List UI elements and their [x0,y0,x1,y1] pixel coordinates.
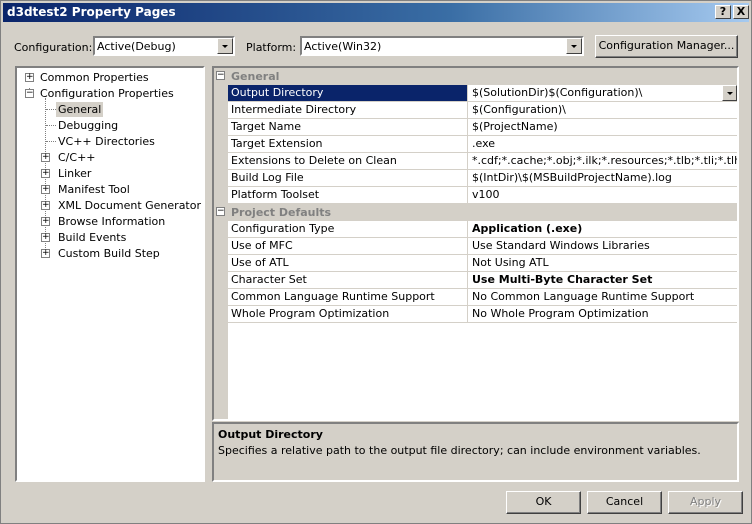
configuration-dropdown[interactable]: Active(Debug) [93,36,235,56]
tree-connector [46,125,56,126]
expand-icon[interactable]: + [41,201,50,210]
description-panel: Output Directory Specifies a relative pa… [212,422,739,482]
tree-connector [46,109,56,110]
property-row-target-extension[interactable]: Target Extension .exe [228,136,737,153]
collapse-icon[interactable]: − [216,71,225,80]
platform-dropdown[interactable]: Active(Win32) [300,36,584,56]
expand-icon[interactable]: + [41,153,50,162]
property-row-whole-program-optimization[interactable]: Whole Program Optimization No Whole Prog… [228,306,737,323]
expand-icon[interactable]: + [41,233,50,242]
chevron-down-icon[interactable] [566,38,582,54]
configuration-manager-button[interactable]: Configuration Manager... [595,35,738,58]
expand-icon[interactable]: + [41,217,50,226]
expand-icon[interactable]: + [41,185,50,194]
configuration-value: Active(Debug) [97,40,176,53]
property-row-configuration-type[interactable]: Configuration Type Application (.exe) [228,221,737,238]
property-tree[interactable]: + Common Properties − Configuration Prop… [15,66,205,482]
platform-label: Platform: [246,41,297,54]
cancel-button[interactable]: Cancel [587,491,662,514]
tree-connector [46,141,56,142]
grid-margin [214,68,228,419]
ok-button[interactable]: OK [506,491,581,514]
expand-icon[interactable]: + [41,169,50,178]
help-button[interactable]: ? [715,5,731,19]
property-row-character-set[interactable]: Character Set Use Multi-Byte Character S… [228,272,737,289]
window-title: d3dtest2 Property Pages [7,5,176,19]
property-pages-dialog: d3dtest2 Property Pages ? X Configuratio… [0,0,752,524]
property-row-clr-support[interactable]: Common Language Runtime Support No Commo… [228,289,737,306]
collapse-icon[interactable]: − [216,207,225,216]
configuration-label: Configuration: [14,41,93,54]
property-row-use-of-mfc[interactable]: Use of MFC Use Standard Windows Librarie… [228,238,737,255]
property-row-build-log-file[interactable]: Build Log File $(IntDir)\$(MSBuildProjec… [228,170,737,187]
description-title: Output Directory [218,428,323,441]
property-row-platform-toolset[interactable]: Platform Toolset v100 [228,187,737,204]
property-row-intermediate-directory[interactable]: Intermediate Directory $(Configuration)\ [228,102,737,119]
expand-icon[interactable]: + [25,73,34,82]
property-row-extensions-to-delete[interactable]: Extensions to Delete on Clean *.cdf;*.ca… [228,153,737,170]
chevron-down-icon[interactable] [722,85,737,101]
collapse-icon[interactable]: − [25,89,34,98]
property-row-target-name[interactable]: Target Name $(ProjectName) [228,119,737,136]
title-bar[interactable]: d3dtest2 Property Pages ? X [3,3,749,22]
property-grid[interactable]: − General Output Directory $(SolutionDir… [212,66,739,421]
property-row-output-directory[interactable]: Output Directory $(SolutionDir)$(Configu… [228,85,737,102]
category-project-defaults[interactable]: − Project Defaults [214,204,737,221]
property-row-use-of-atl[interactable]: Use of ATL Not Using ATL [228,255,737,272]
chevron-down-icon[interactable] [217,38,233,54]
apply-button[interactable]: Apply [668,491,743,514]
description-text: Specifies a relative path to the output … [218,444,701,457]
close-button[interactable]: X [733,5,749,19]
platform-value: Active(Win32) [304,40,382,53]
category-general[interactable]: − General [214,68,737,85]
expand-icon[interactable]: + [41,249,50,258]
